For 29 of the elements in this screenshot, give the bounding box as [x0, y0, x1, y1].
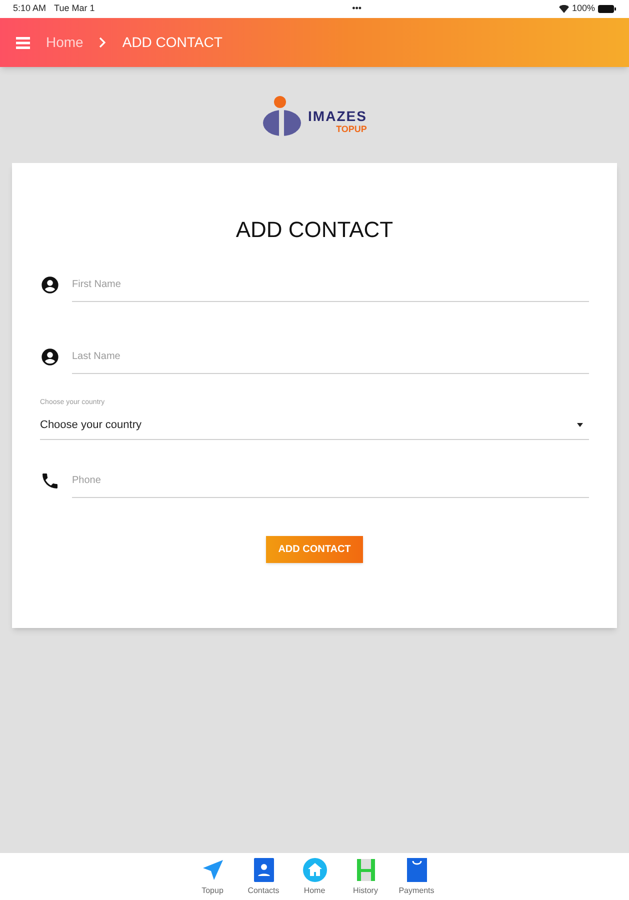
breadcrumb-link[interactable]: ADD CONTACT	[122, 32, 222, 53]
form-title: ADD CONTACT	[234, 216, 394, 244]
shopping-bag-icon	[406, 858, 426, 882]
wifi-icon	[558, 5, 569, 13]
select-value: Choose your country	[40, 418, 142, 432]
person-icon	[40, 275, 60, 295]
nav-tab[interactable]: Contacts	[246, 858, 282, 900]
menu-icon[interactable]	[16, 36, 30, 48]
text-input[interactable]: Phone	[72, 464, 589, 498]
status-dots: •••	[351, 2, 362, 16]
home-icon	[302, 858, 326, 882]
status-date: Tue Mar 1	[54, 2, 95, 16]
text-input[interactable]: First Name	[72, 268, 589, 302]
contact-card-icon	[254, 858, 274, 882]
person-icon	[40, 347, 60, 367]
text-input[interactable]: Last Name	[72, 340, 589, 374]
battery-icon	[598, 5, 616, 13]
battery-percent: 100%	[572, 2, 595, 16]
logo-name: IMAZES	[308, 109, 367, 123]
logo-tagline: TOPUP	[336, 125, 367, 134]
chevron-right-icon	[99, 37, 106, 48]
dropdown-caret-icon	[577, 422, 583, 427]
nav-tab[interactable]: Home	[296, 858, 332, 900]
paper-plane-icon	[200, 858, 224, 882]
nav-tab[interactable]: Topup	[194, 858, 230, 900]
nav-tab[interactable]: History	[348, 858, 384, 900]
phone-icon	[40, 471, 60, 491]
nav-tab[interactable]: Payments	[398, 858, 434, 900]
status-time: 5:10 AM	[13, 2, 46, 16]
